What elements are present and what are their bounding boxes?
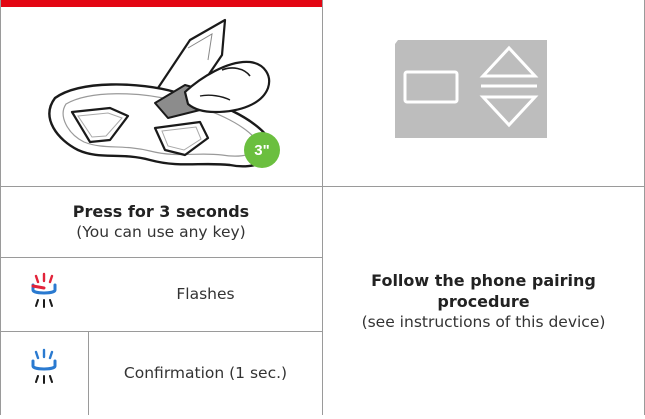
phone-pairing-subtitle: (see instructions of this device) — [361, 312, 606, 331]
flashes-label: Flashes — [176, 285, 235, 303]
timer-badge: 3" — [244, 132, 280, 168]
flashes-cell: Flashes — [89, 258, 322, 331]
led-icon-cell — [0, 332, 88, 415]
phone-pairing-title: Follow the phone pairing procedure — [371, 270, 596, 311]
led-blue-icon — [31, 348, 57, 384]
confirmation-cell: Confirmation (1 sec.) — [89, 332, 322, 415]
led-icon-cell — [0, 258, 88, 331]
device-illustration-cell: 3" — [0, 0, 322, 186]
timer-badge-label: 3" — [254, 141, 270, 159]
press-instruction: Press for 3 seconds (You can use any key… — [0, 187, 322, 257]
phone-pairing-cell: Follow the phone pairing procedure (see … — [323, 187, 644, 415]
press-instruction-title: Press for 3 seconds — [72, 202, 250, 221]
led-flashing-red-blue-icon — [31, 272, 57, 308]
display-screen — [395, 40, 547, 138]
instruction-table: 3" Press for 3 seconds (You can use any … — [0, 0, 645, 415]
confirmation-label: Confirmation (1 sec.) — [123, 364, 288, 382]
press-instruction-subtitle: (You can use any key) — [76, 223, 246, 241]
display-cell — [323, 0, 644, 186]
